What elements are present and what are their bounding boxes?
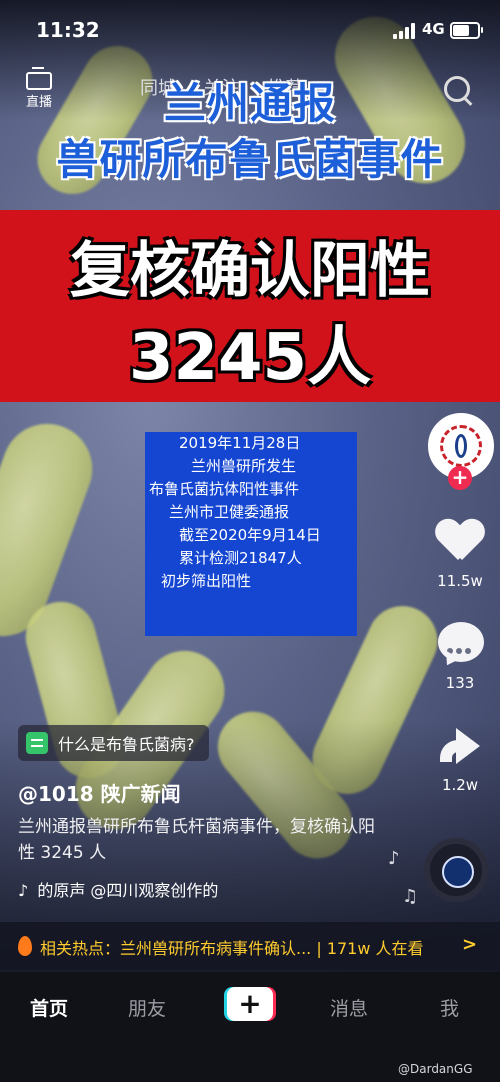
fire-icon [18,936,32,956]
share-count: 1.2w [441,776,479,794]
nav-messages[interactable]: 消息 [330,994,368,1021]
share-arrow-icon[interactable] [438,728,484,768]
topic-tag[interactable]: 什么是布鲁氏菌病? [18,725,209,761]
info-card: 2019年11月28日 兰州兽研所发生 布鲁氏菌抗体阳性事件 兰州市卫健委通报 … [145,432,357,636]
info-line: 兰州市卫健委通报 [169,503,290,521]
music-note-icon: ♪ [18,881,29,900]
follow-button[interactable]: + [448,466,472,490]
floating-note-icon: ♪ [388,848,400,869]
nav-friends[interactable]: 朋友 [128,994,166,1021]
info-line: 兰州兽研所发生 [191,457,297,475]
hot-topic-text: 相关热点：兰州兽研所布病事件确认... | 171w 人在看 [40,939,424,958]
info-line: 累计检测21847人 [179,549,302,567]
headline-line2: 兽研所布鲁氏菌事件 [56,135,444,184]
topic-tag-label: 什么是布鲁氏菌病? [58,735,195,754]
status-bar: 11:32 4G [0,0,500,60]
signal-icon [393,23,415,39]
nav-home[interactable]: 首页 [30,994,68,1021]
music-title: 的原声 @四川观察创作的 [37,881,219,900]
like-heart-icon[interactable] [436,520,484,564]
logo-icon [440,425,482,467]
document-icon [26,732,48,754]
comment-icon[interactable] [438,622,484,662]
info-line: 截至2020年9月14日 [179,526,321,544]
info-line: 初步筛出阳性 [161,572,252,590]
post-description: 兰州通报兽研所布鲁氏杆菌病事件，复核确认阳性 3245 人 [18,817,375,863]
like-count: 11.5w [437,572,483,590]
music-row[interactable]: ♪ 的原声 @四川观察创作的 [18,877,218,901]
battery-icon [450,22,483,39]
hot-topic-bar[interactable]: 相关热点：兰州兽研所布病事件确认... | 171w 人在看 > [0,922,500,970]
plus-icon: + [227,987,273,1021]
nav-me[interactable]: 我 [440,994,459,1021]
comment-count: 133 [445,674,475,692]
create-button[interactable]: + [224,987,276,1021]
headline-line1: 兰州通报 [163,79,336,128]
music-disc-icon[interactable] [424,838,488,902]
floating-note-icon: ♫ [402,886,419,907]
watermark: @DardanGG [398,1062,473,1076]
info-line: 布鲁氏菌抗体阳性事件 [149,480,300,498]
network-label: 4G [422,20,445,38]
author-name[interactable]: @1018 陕广新闻 [18,778,181,807]
banner-line1: 复核确认阳性 [70,236,430,306]
chevron-right-icon: > [462,934,478,955]
status-time: 11:32 [36,18,100,42]
info-line: 2019年11月28日 [179,434,301,452]
banner-line2: 3245人 [128,321,372,395]
